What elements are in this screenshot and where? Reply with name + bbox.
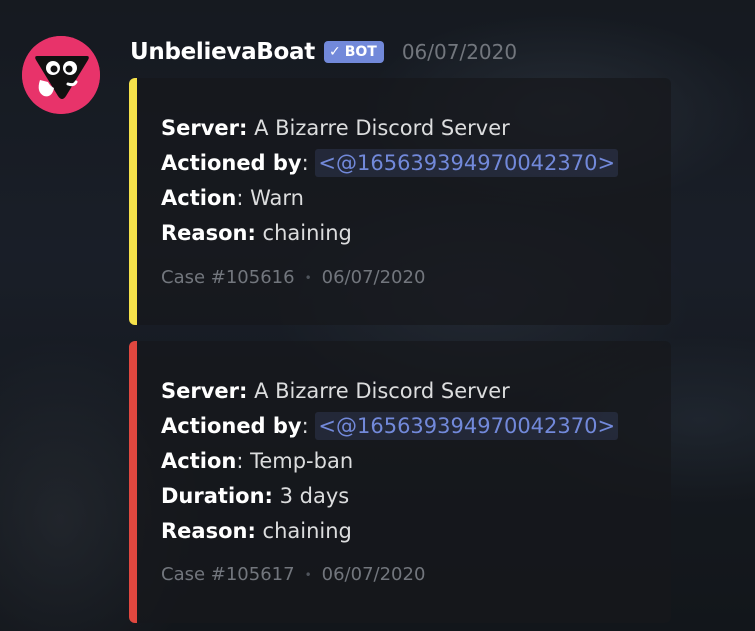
field-label: Action bbox=[161, 186, 237, 210]
field-separator: : bbox=[236, 449, 244, 473]
field-label: Action bbox=[161, 449, 237, 473]
field-separator: : bbox=[301, 151, 309, 175]
field-value: Temp-ban bbox=[250, 449, 354, 473]
footer-date: 06/07/2020 bbox=[321, 267, 426, 288]
field-duration: Duration: 3 days bbox=[161, 479, 618, 514]
field-value: Warn bbox=[250, 186, 304, 210]
field-server: Server: A Bizarre Discord Server bbox=[161, 111, 618, 146]
user-mention[interactable]: <@165639394970042370> bbox=[315, 412, 619, 440]
field-value: chaining bbox=[262, 221, 352, 245]
field-value: A Bizarre Discord Server bbox=[254, 116, 510, 140]
footer-separator: • bbox=[304, 568, 312, 582]
field-reason: Reason: chaining bbox=[161, 216, 618, 251]
field-reason: Reason: chaining bbox=[161, 514, 618, 549]
field-separator: : bbox=[301, 414, 309, 438]
bot-badge: ✓ BOT bbox=[323, 41, 384, 63]
field-server: Server: A Bizarre Discord Server bbox=[161, 374, 618, 409]
footer-separator: • bbox=[304, 271, 312, 285]
embed-temp-ban: Server: A Bizarre Discord Server Actione… bbox=[129, 341, 671, 623]
unbelievaboat-logo-icon bbox=[22, 36, 100, 114]
field-value: chaining bbox=[262, 519, 352, 543]
field-action: Action: Warn bbox=[161, 181, 618, 216]
embed-fields: Server: A Bizarre Discord Server Actione… bbox=[161, 374, 619, 549]
embed-footer: Case #105616 • 06/07/2020 bbox=[161, 267, 425, 288]
verified-check-icon: ✓ bbox=[328, 44, 341, 60]
avatar[interactable] bbox=[22, 36, 100, 114]
field-action: Action: Temp-ban bbox=[161, 444, 618, 479]
field-label: Reason: bbox=[161, 519, 256, 543]
embed-fields: Server: A Bizarre Discord Server Actione… bbox=[161, 111, 619, 251]
user-mention[interactable]: <@165639394970042370> bbox=[315, 149, 619, 177]
message-header: UnbelievaBoat ✓ BOT 06/07/2020 bbox=[130, 34, 517, 70]
field-value: 3 days bbox=[279, 484, 350, 508]
field-label: Server: bbox=[161, 116, 248, 140]
field-label: Actioned by bbox=[161, 414, 302, 438]
field-actioned-by: Actioned by: <@165639394970042370> bbox=[161, 146, 619, 181]
case-number: Case #105617 bbox=[161, 564, 295, 585]
message-timestamp: 06/07/2020 bbox=[401, 40, 518, 64]
case-number: Case #105616 bbox=[161, 267, 295, 288]
field-label: Actioned by bbox=[161, 151, 302, 175]
field-label: Duration: bbox=[161, 484, 273, 508]
bot-badge-label: BOT bbox=[344, 44, 377, 60]
username[interactable]: UnbelievaBoat bbox=[130, 39, 315, 65]
embed-footer: Case #105617 • 06/07/2020 bbox=[161, 564, 425, 585]
field-label: Server: bbox=[161, 379, 248, 403]
field-value: A Bizarre Discord Server bbox=[254, 379, 510, 403]
field-actioned-by: Actioned by: <@165639394970042370> bbox=[161, 409, 619, 444]
embed-warn: Server: A Bizarre Discord Server Actione… bbox=[129, 78, 671, 325]
footer-date: 06/07/2020 bbox=[321, 564, 426, 585]
field-separator: : bbox=[236, 186, 244, 210]
field-label: Reason: bbox=[161, 221, 256, 245]
